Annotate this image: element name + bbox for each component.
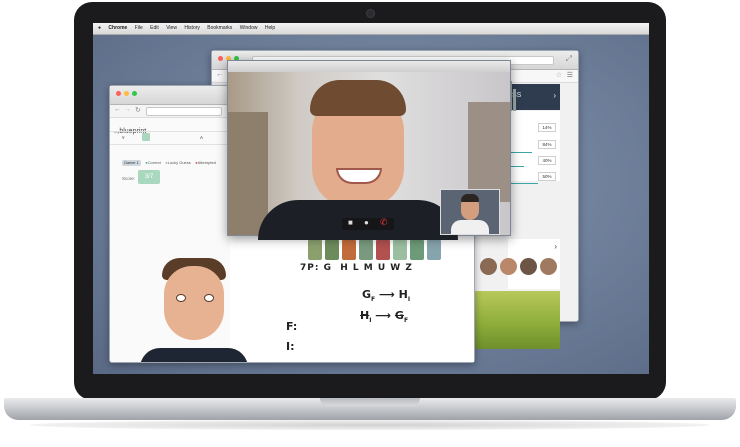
menu-help[interactable]: Help	[265, 23, 275, 34]
chrome-menu-icon[interactable]: ☰	[567, 71, 573, 79]
progress-percent-4: 50%	[538, 172, 556, 181]
reload-icon[interactable]: ↻	[135, 106, 141, 114]
column-header-a: A	[200, 135, 204, 140]
back-arrow-icon[interactable]: ←	[216, 71, 223, 78]
progress-percent-1: 14%	[538, 123, 556, 132]
self-view-thumbnail[interactable]	[440, 189, 500, 235]
whiteboard-letters-row: 7P: G H L M U W Z	[300, 263, 413, 273]
close-window-button[interactable]	[218, 56, 223, 61]
arrow-right-icon: ⟶	[375, 309, 392, 322]
laptop-notch	[320, 398, 420, 406]
self-view-hair	[461, 194, 479, 202]
legend-correct: Correct	[147, 160, 161, 165]
progress-percent-2: 84%	[538, 140, 556, 149]
maximize-window-button[interactable]	[132, 91, 137, 96]
score-value-badge: 3/7	[138, 170, 160, 184]
gamer-pill[interactable]: Gamer 1	[122, 160, 141, 166]
webcam-icon	[366, 9, 375, 18]
avatar	[500, 258, 517, 275]
menu-edit[interactable]: Edit	[150, 23, 159, 34]
whiteboard-line-1: GF ⟶ HI	[362, 288, 411, 304]
arrow-right-icon: ⟶	[378, 288, 395, 301]
presenter-shirt	[140, 348, 248, 362]
people-panel: ›	[480, 239, 560, 289]
menu-window[interactable]: Window	[240, 23, 258, 34]
mic-icon[interactable]: ●	[364, 218, 369, 227]
legend-attempted: Attempted	[197, 160, 216, 165]
menu-history[interactable]: History	[184, 23, 200, 34]
bookmark-star-icon[interactable]: ☆	[556, 71, 562, 79]
score-legend: Gamer 1 ●Correct ●Lucky Guess ●Attempted	[122, 160, 216, 166]
back-arrow-icon[interactable]: ←	[114, 106, 121, 113]
presenter-face	[164, 266, 224, 340]
whiteboard-label-f: F:	[286, 320, 298, 333]
score-label: Score:	[122, 176, 136, 181]
menu-bookmarks[interactable]: Bookmarks	[207, 23, 232, 34]
whiteboard-line-2: HI ⟶ GF	[360, 309, 409, 325]
desktop-screen: ● Chrome File Edit View History Bookmark…	[93, 23, 649, 374]
address-bar[interactable]	[146, 107, 222, 116]
end-call-icon[interactable]: ✆	[380, 217, 388, 228]
close-window-button[interactable]	[116, 91, 121, 96]
remote-video-feed: ■ ● ✆	[228, 72, 510, 240]
call-controls-bar: ■ ● ✆	[342, 217, 394, 230]
self-view-shirt	[451, 220, 489, 234]
chevron-right-icon[interactable]: ›	[553, 91, 556, 100]
progress-panel: 14% 84% 40% 50%	[504, 81, 560, 184]
avatar	[520, 258, 537, 275]
column-header-yen: ¥	[122, 135, 125, 140]
landscape-image	[470, 291, 560, 349]
legend-lucky-guess: Lucky Guess	[167, 160, 191, 165]
mac-menubar: ● Chrome File Edit View History Bookmark…	[93, 23, 649, 35]
menu-view[interactable]: View	[166, 23, 177, 34]
apple-menu-icon[interactable]: ●	[98, 23, 101, 34]
menu-file[interactable]: File	[135, 23, 143, 34]
door-background	[228, 112, 268, 235]
shelf-background	[468, 102, 510, 202]
remote-caller-hair	[310, 80, 406, 116]
progress-percent-3: 40%	[538, 156, 556, 165]
whiteboard-label-i: I:	[286, 340, 295, 353]
avatar	[540, 258, 557, 275]
chevron-right-icon[interactable]: ›	[554, 242, 557, 251]
selected-column-indicator[interactable]	[142, 133, 150, 141]
forward-arrow-icon[interactable]: →	[124, 106, 131, 113]
laptop-shadow	[30, 420, 710, 430]
menu-chrome[interactable]: Chrome	[108, 23, 127, 34]
avatar	[480, 258, 497, 275]
presenter-video-overlay	[140, 254, 248, 362]
minimize-window-button[interactable]	[124, 91, 129, 96]
fullscreen-icon[interactable]: ⤢	[566, 54, 572, 64]
whiteboard-area: 7P: G H L M U W Z GF ⟶ HI HI ⟶ GF F: I:	[230, 236, 474, 362]
camera-icon[interactable]: ■	[348, 218, 353, 227]
video-call-window: ■ ● ✆	[227, 60, 511, 240]
